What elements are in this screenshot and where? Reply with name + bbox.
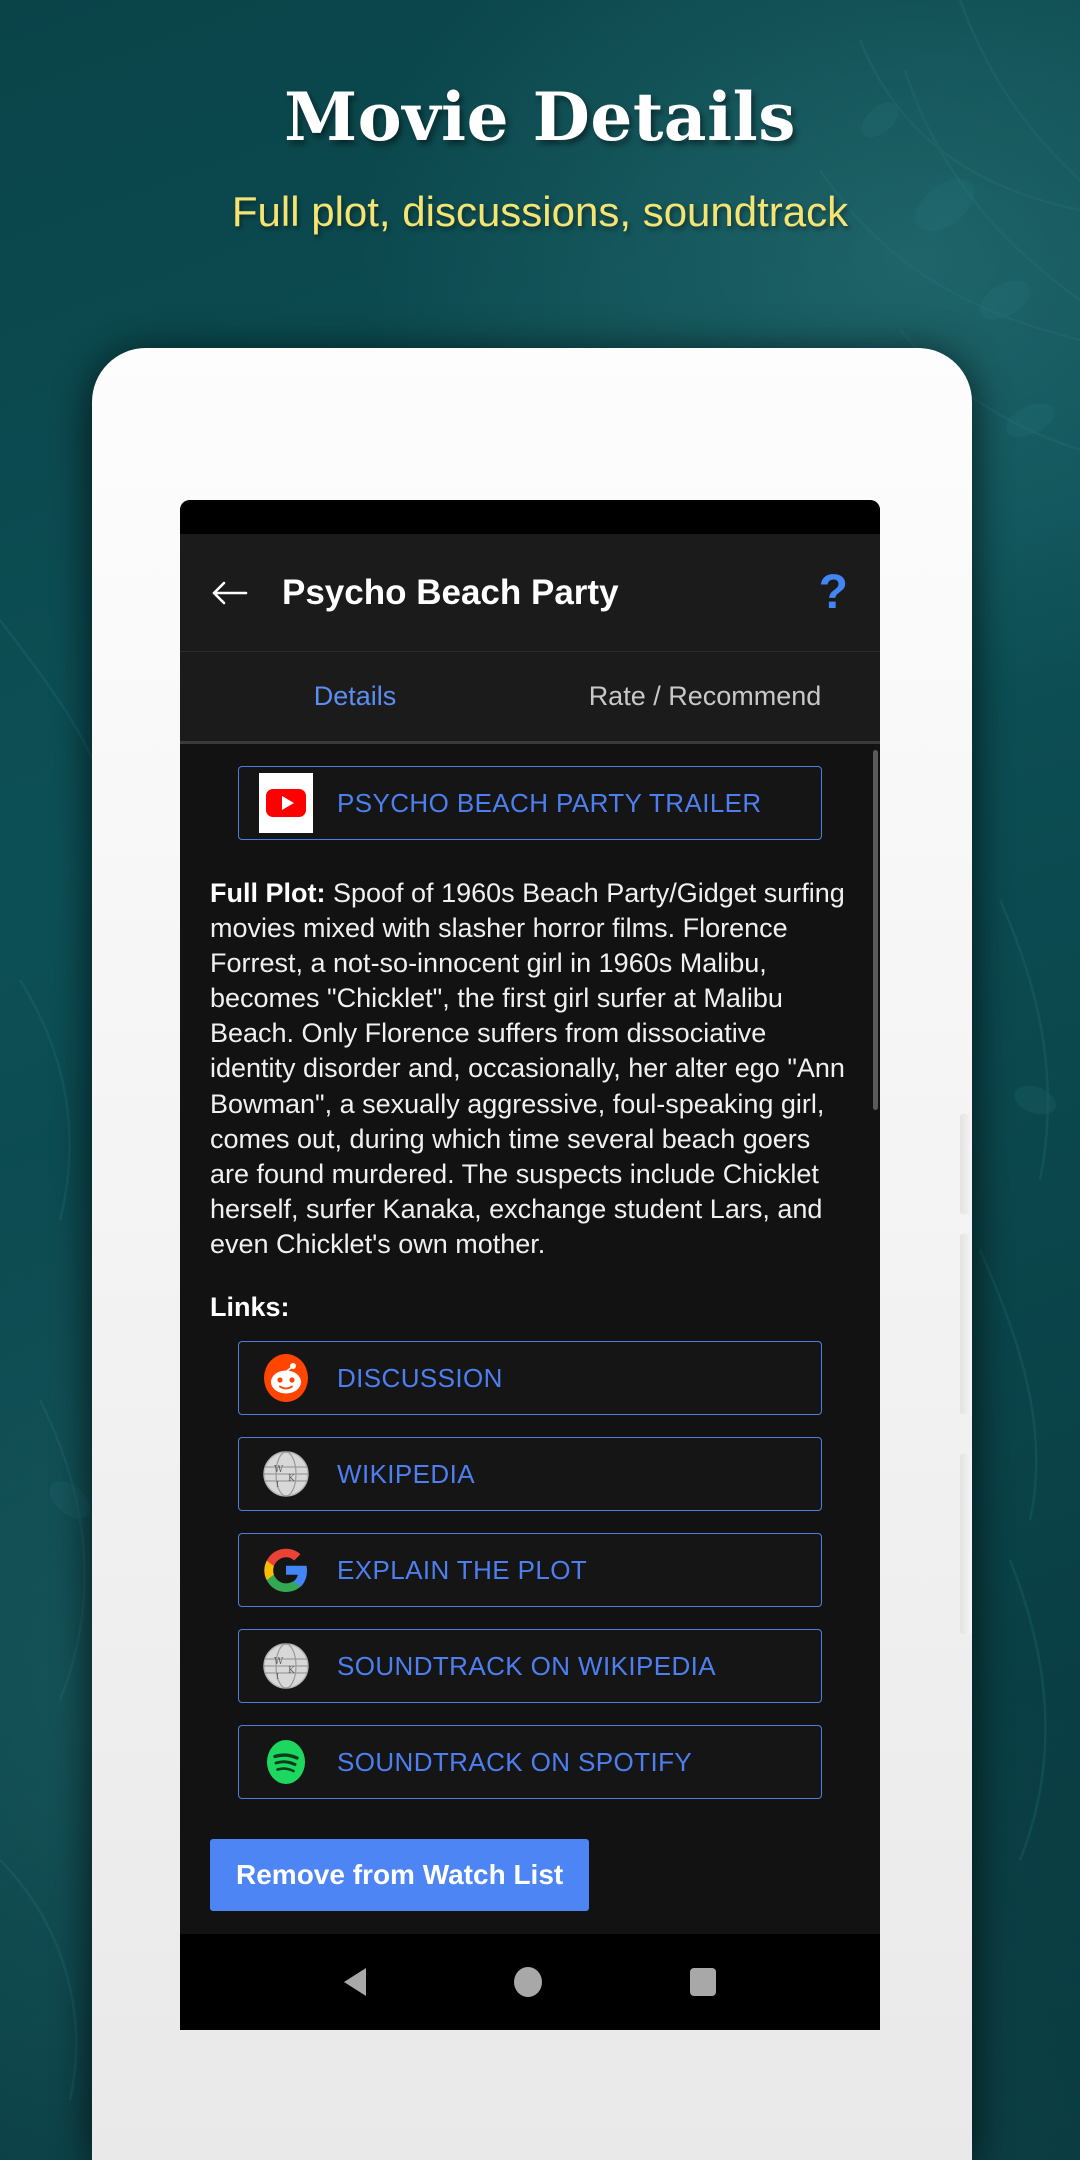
svg-text:I: I [276,1480,279,1489]
wikipedia-icon: W K I [257,1451,315,1497]
power-key[interactable] [960,1454,972,1634]
android-nav-bar [180,1934,880,2030]
link-button-soundtrack-wikipedia[interactable]: W K I SOUNDTRACK ON WIKIPEDIA [238,1629,822,1704]
help-icon[interactable]: ? [813,568,854,617]
youtube-icon [257,773,315,833]
status-bar [180,500,880,534]
svg-text:W: W [274,1465,284,1475]
svg-text:K: K [288,1474,295,1484]
scrollbar[interactable] [873,750,878,1110]
page-subtitle: Full plot, discussions, soundtrack [231,188,849,235]
volume-down-key[interactable] [960,1234,972,1414]
link-button-soundtrack-spotify[interactable]: SOUNDTRACK ON SPOTIFY [238,1725,822,1800]
svg-text:W: W [274,1657,284,1667]
nav-recents-icon[interactable] [690,1968,716,1996]
reddit-icon [257,1354,315,1403]
link-label-soundtrack-spotify: SOUNDTRACK ON SPOTIFY [337,1746,693,1777]
link-label-soundtrack-wikipedia: SOUNDTRACK ON WIKIPEDIA [337,1650,717,1681]
links-label: Links: [210,1292,290,1323]
link-button-wikipedia[interactable]: W K I WIKIPEDIA [238,1437,822,1512]
link-label-explain-the-plot: EXPLAIN THE PLOT [337,1554,588,1585]
svg-text:I: I [276,1672,279,1681]
link-label-discussion: DISCUSSION [337,1362,503,1393]
nav-back-icon[interactable] [344,1968,366,1996]
trailer-button-label: PSYCHO BEACH PARTY TRAILER [337,787,762,818]
phone-top-bezel [92,348,972,494]
google-icon [257,1547,315,1593]
remove-from-watch-list-button[interactable]: Remove from Watch List [210,1839,590,1912]
volume-up-key[interactable] [960,1114,972,1214]
tab-bar: Details Rate / Recommend [180,652,880,744]
trailer-button[interactable]: PSYCHO BEACH PARTY TRAILER [238,766,822,840]
app-bar-title: Psycho Beach Party [282,572,619,612]
phone-mockup: Psycho Beach Party ? Details Rate / Reco… [92,348,972,2160]
nav-home-icon[interactable] [514,1967,542,1997]
tab-rate-recommend[interactable]: Rate / Recommend [530,681,880,712]
full-plot-body: Spoof of 1960s Beach Party/Gidget surfin… [210,878,845,1259]
link-button-explain-the-plot[interactable]: EXPLAIN THE PLOT [238,1533,822,1608]
phone-screen: Psycho Beach Party ? Details Rate / Reco… [180,500,880,2030]
link-button-discussion[interactable]: DISCUSSION [238,1341,822,1416]
link-label-wikipedia: WIKIPEDIA [337,1458,475,1489]
app-bar: Psycho Beach Party ? [180,534,880,652]
back-arrow-icon[interactable] [206,570,252,616]
full-plot-text: Full Plot: Spoof of 1960s Beach Party/Gi… [180,840,880,1262]
svg-text:K: K [288,1666,295,1676]
spotify-icon [257,1739,315,1785]
full-plot-heading: Full Plot: [210,878,326,908]
wikipedia-icon: W K I [257,1643,315,1689]
details-content: PSYCHO BEACH PARTY TRAILER Full Plot: Sp… [180,744,880,1934]
tab-details[interactable]: Details [180,681,530,712]
page-title: Movie Details [284,78,796,156]
